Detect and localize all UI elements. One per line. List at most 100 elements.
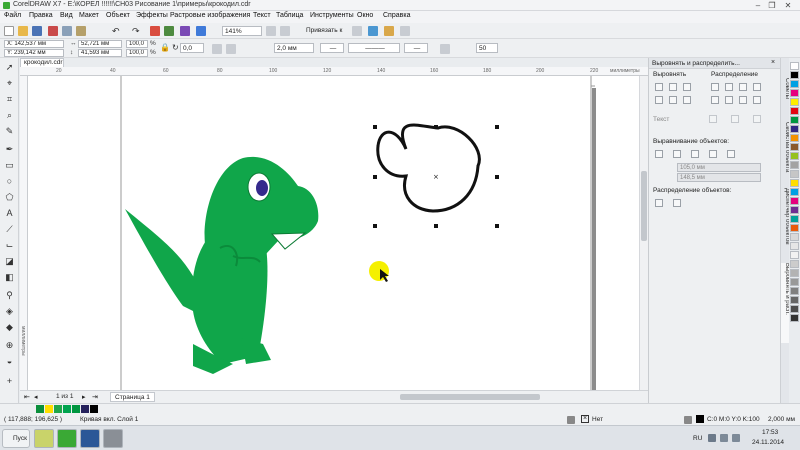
- line-style-dropdown[interactable]: ———: [348, 43, 400, 53]
- app-taskbar-icon[interactable]: [103, 429, 123, 448]
- menu-layout[interactable]: Макет: [79, 12, 99, 19]
- color-swatch[interactable]: [790, 260, 799, 268]
- lock-ratio-icon[interactable]: 🔒: [160, 43, 170, 52]
- parallel-dimension-icon[interactable]: ⟋: [4, 224, 15, 235]
- start-button[interactable]: Пуск: [2, 429, 30, 448]
- artistic-media-icon[interactable]: ✒: [4, 144, 15, 155]
- connector-tool-icon[interactable]: ⌙: [4, 240, 15, 251]
- start-arrowhead-dropdown[interactable]: —: [320, 43, 344, 53]
- color-swatch[interactable]: [790, 161, 799, 169]
- options-gear-icon[interactable]: [384, 26, 394, 36]
- document-color-swatch[interactable]: [45, 405, 53, 413]
- minimize-icon[interactable]: –: [752, 1, 764, 10]
- next-page-icon[interactable]: ▸: [82, 393, 86, 401]
- rotation-field[interactable]: 0,0: [180, 43, 204, 53]
- color-swatch[interactable]: [790, 188, 799, 196]
- text-bbox-icon[interactable]: [753, 115, 761, 123]
- page-tab[interactable]: Страница 1: [110, 392, 155, 402]
- cut-icon[interactable]: [48, 26, 58, 36]
- color-swatch[interactable]: [790, 170, 799, 178]
- outline-pen-icon[interactable]: ⊕: [4, 340, 15, 351]
- align-to-grid-icon[interactable]: [727, 150, 735, 158]
- align-center-v-icon[interactable]: [669, 96, 677, 104]
- polygon-tool-icon[interactable]: ⬠: [4, 192, 15, 203]
- width-field[interactable]: 52,721 мм: [78, 40, 122, 48]
- prev-page-icon[interactable]: ◂: [34, 393, 38, 401]
- color-swatch[interactable]: [790, 251, 799, 259]
- menu-help[interactable]: Справка: [383, 12, 410, 19]
- application-launcher-icon[interactable]: [368, 26, 378, 36]
- menu-table[interactable]: Таблица: [276, 12, 303, 19]
- menu-view[interactable]: Вид: [60, 12, 73, 19]
- text-first-line-icon[interactable]: [709, 115, 717, 123]
- color-swatch[interactable]: [790, 62, 799, 70]
- document-color-swatch[interactable]: [36, 405, 44, 413]
- import-icon[interactable]: [150, 26, 160, 36]
- color-swatch[interactable]: [790, 215, 799, 223]
- color-swatch[interactable]: [790, 116, 799, 124]
- distribute-right-icon[interactable]: [739, 83, 747, 91]
- undo-icon[interactable]: ↶: [112, 26, 122, 36]
- distribute-top-icon[interactable]: [711, 96, 719, 104]
- ellipse-tool-icon[interactable]: ○: [4, 176, 15, 187]
- color-swatch[interactable]: [790, 71, 799, 79]
- menu-bitmaps[interactable]: Растровые изображения: [170, 12, 250, 19]
- smart-fill-icon[interactable]: ◆: [4, 322, 15, 333]
- align-to-active-icon[interactable]: [655, 150, 663, 158]
- close-curve-icon[interactable]: [440, 44, 450, 54]
- color-swatch[interactable]: [790, 98, 799, 106]
- color-swatch[interactable]: [790, 143, 799, 151]
- distribute-bottom-icon[interactable]: [739, 96, 747, 104]
- add-tools-icon[interactable]: +: [4, 376, 15, 387]
- interactive-fill-icon[interactable]: ◈: [4, 306, 15, 317]
- vertical-scrollbar[interactable]: [639, 76, 648, 390]
- y-position-field[interactable]: Y: 239,142 мм: [4, 49, 64, 57]
- x-position-field[interactable]: X: 142,537 мм: [4, 40, 64, 48]
- zoom-level-field[interactable]: 141%: [222, 26, 262, 36]
- align-to-page-center-icon[interactable]: [709, 150, 717, 158]
- color-swatch[interactable]: [790, 287, 799, 295]
- distribute-middle-icon[interactable]: [725, 96, 733, 104]
- color-swatch[interactable]: [790, 206, 799, 214]
- save-icon[interactable]: [32, 26, 42, 36]
- horizontal-scroll-thumb[interactable]: [400, 394, 540, 400]
- scale-x-field[interactable]: 100,0: [126, 40, 148, 48]
- align-left-icon[interactable]: [655, 83, 663, 91]
- mirror-horizontal-icon[interactable]: [212, 44, 222, 54]
- color-swatch[interactable]: [790, 80, 799, 88]
- align-y-field[interactable]: 148,5 мм: [677, 173, 761, 182]
- tray-flag-icon[interactable]: [708, 434, 716, 442]
- menu-text[interactable]: Текст: [253, 12, 271, 19]
- export-icon[interactable]: [164, 26, 174, 36]
- fill-tool-icon[interactable]: ◒: [4, 356, 15, 367]
- color-swatch[interactable]: [790, 134, 799, 142]
- scale-y-field[interactable]: 100,0: [126, 49, 148, 57]
- clock-date[interactable]: 24.11.2014: [752, 439, 784, 446]
- snap-to-dropdown[interactable]: Привязать к: [304, 26, 346, 36]
- new-document-icon[interactable]: [4, 26, 14, 36]
- last-page-icon[interactable]: ⇥: [92, 393, 98, 401]
- clock-time[interactable]: 17:53: [762, 429, 778, 436]
- document-color-swatch[interactable]: [63, 405, 71, 413]
- freehand-tool-icon[interactable]: ✎: [4, 126, 15, 137]
- menu-edit[interactable]: Правка: [29, 12, 53, 19]
- publish-pdf-icon[interactable]: [180, 26, 190, 36]
- align-to-page-edge-icon[interactable]: [691, 150, 699, 158]
- distribute-center-icon[interactable]: [725, 83, 733, 91]
- color-swatch[interactable]: [790, 314, 799, 322]
- drawing-canvas[interactable]: ×: [28, 76, 639, 390]
- snap-options-icon[interactable]: [352, 26, 362, 36]
- crop-tool-icon[interactable]: ⌗: [4, 94, 15, 105]
- pick-tool-icon[interactable]: ➚: [4, 62, 15, 73]
- rectangle-tool-icon[interactable]: ▭: [4, 160, 15, 171]
- color-swatch[interactable]: [790, 152, 799, 160]
- explorer-taskbar-icon[interactable]: [34, 429, 54, 448]
- full-screen-icon[interactable]: [266, 26, 276, 36]
- toolbar-options-icon[interactable]: [400, 26, 410, 36]
- redo-icon[interactable]: ↷: [132, 26, 142, 36]
- align-to-selected-icon[interactable]: [673, 150, 681, 158]
- document-color-swatch[interactable]: [81, 405, 89, 413]
- align-top-icon[interactable]: [655, 96, 663, 104]
- open-folder-icon[interactable]: [18, 26, 28, 36]
- eyedropper-tool-icon[interactable]: ⚲: [4, 290, 15, 301]
